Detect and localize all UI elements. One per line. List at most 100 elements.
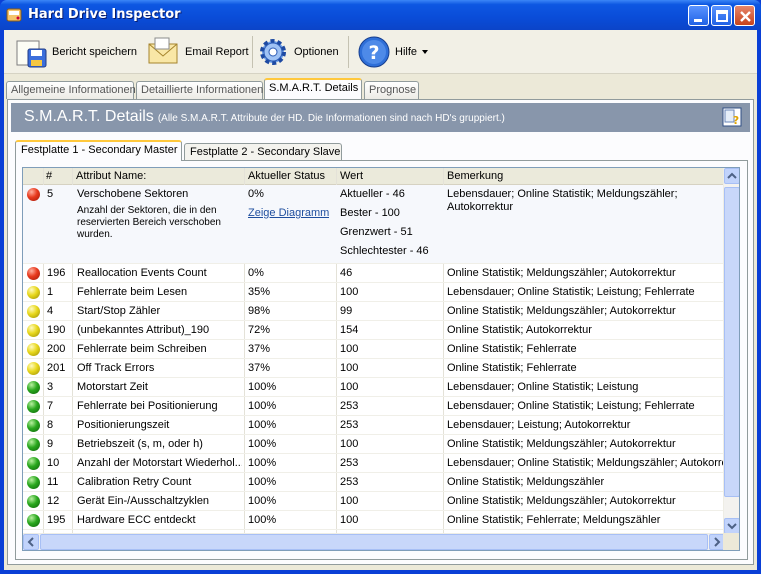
attribute-status: 100% [248, 457, 277, 469]
horizontal-scrollbar[interactable] [23, 533, 725, 550]
table-row[interactable]: 12 Gerät Ein-/Ausschaltzyklen 100% 100 Onlin… [23, 492, 725, 511]
attribute-name: Gerät Ein-/Ausschaltzyklen [77, 495, 210, 507]
status-green-icon [27, 514, 40, 527]
attribute-status: 72% [248, 324, 271, 336]
column-header-status[interactable]: Aktueller Status [248, 170, 325, 182]
column-header-value[interactable]: Wert [340, 170, 363, 182]
attribute-value: 253 [340, 457, 359, 469]
tab-general-info[interactable]: Allgemeine Informationen [6, 81, 136, 99]
vertical-scroll-thumb[interactable] [724, 187, 739, 497]
scroll-down-button[interactable] [724, 518, 739, 534]
page-title: S.M.A.R.T. Details (Alle S.M.A.R.T. Attri… [24, 108, 505, 126]
email-report-label: Email Report [185, 46, 249, 58]
attribute-status: 0% [248, 267, 264, 279]
scroll-up-button[interactable] [724, 168, 739, 184]
attribute-number: 12 [47, 495, 60, 507]
client-area: Bericht speichern Email Report Optionen [4, 30, 757, 570]
table-row[interactable]: 190 (unbekanntes Attribut)_190 72% 154 Onlin… [23, 321, 725, 340]
table-row[interactable]: 195 Hardware ECC entdeckt 100% 100 Online St… [23, 511, 725, 530]
attribute-value: 154 [340, 324, 359, 336]
maximize-button[interactable] [711, 5, 732, 26]
table-row-expanded[interactable]: 5 Verschobene Sektoren Anzahl der Sektor… [23, 185, 725, 264]
status-green-icon [27, 476, 40, 489]
attribute-status: 100% [248, 381, 277, 393]
app-window: Hard Drive Inspector Bericht speichern E… [0, 0, 761, 574]
status-green-icon [27, 457, 40, 470]
attribute-value: 253 [340, 476, 359, 488]
attribute-value: 99 [340, 305, 353, 317]
help-label: Hilfe [395, 46, 418, 58]
attribute-name: Anzahl der Motorstart Wiederhol... [77, 457, 242, 469]
attribute-remark: Lebensdauer; Leistung; Autokorrektur [447, 419, 631, 431]
attribute-name: (unbekanntes Attribut)_190 [77, 324, 210, 336]
table-row[interactable]: 196 Reallocation Events Count 0% 46 Online S… [23, 264, 725, 283]
column-header-number[interactable]: # [46, 170, 52, 182]
toolbar: Bericht speichern Email Report Optionen [4, 30, 757, 74]
attribute-status: 100% [248, 476, 277, 488]
horizontal-scroll-thumb[interactable] [40, 534, 708, 550]
table-row[interactable]: 8 Positionierungszeit 100% 253 Lebensdauer; … [23, 416, 725, 435]
attribute-name: Start/Stop Zähler [77, 305, 161, 317]
column-header-remark[interactable]: Bemerkung [447, 170, 503, 182]
table-row[interactable]: 200 Fehlerrate beim Schreiben 37% 100 Online… [23, 340, 725, 359]
attribute-name: Verschobene Sektoren [77, 188, 189, 200]
attribute-number: 10 [47, 457, 60, 469]
scroll-left-button[interactable] [23, 534, 39, 550]
attribute-status: 37% [248, 362, 271, 374]
tab-drive-1[interactable]: Festplatte 1 - Secondary Master [15, 140, 182, 161]
gear-icon [260, 39, 286, 65]
table-row[interactable]: 11 Calibration Retry Count 100% 253 Online S… [23, 473, 725, 492]
status-yellow-icon [27, 362, 40, 375]
save-report-button[interactable]: Bericht speichern [14, 34, 137, 70]
table-row[interactable]: 3 Motorstart Zeit 100% 100 Lebensdauer; Onli… [23, 378, 725, 397]
header-subtitle: (Alle S.M.A.R.T. Attribute der HD. Die I… [157, 113, 505, 124]
attribute-value: 100 [340, 514, 359, 526]
attribute-name: Motorstart Zeit [77, 381, 148, 393]
title-bar[interactable]: Hard Drive Inspector [0, 0, 761, 30]
column-header-attribute[interactable]: Attribut Name: [76, 170, 146, 182]
table-header: # Attribut Name: Aktueller Status Wert B… [23, 168, 725, 185]
table-row[interactable]: 201 Off Track Errors 37% 100 Online Statisti… [23, 359, 725, 378]
status-green-icon [27, 381, 40, 394]
attribute-name: Fehlerrate beim Lesen [77, 286, 188, 298]
options-label: Optionen [294, 46, 339, 58]
status-yellow-icon [27, 305, 40, 318]
table-row[interactable]: 4 Start/Stop Zähler 98% 99 Online Statistik;… [23, 302, 725, 321]
svg-text:?: ? [368, 42, 379, 64]
tab-prognosis[interactable]: Prognose [364, 81, 419, 99]
scrollbar-corner [723, 533, 739, 550]
tab-drive-2[interactable]: Festplatte 2 - Secondary Slave [184, 143, 342, 160]
email-report-button[interactable]: Email Report [147, 34, 249, 70]
attribute-name: Positionierungszeit [77, 419, 170, 431]
smart-attribute-table: # Attribut Name: Aktueller Status Wert B… [22, 167, 740, 551]
table-row[interactable]: 10 Anzahl der Motorstart Wiederhol... 100%… [23, 454, 725, 473]
show-diagram-link[interactable]: Zeige Diagramm [248, 207, 329, 219]
table-row[interactable]: 9 Betriebszeit (s, m, oder h) 100% 100 Onlin… [23, 435, 725, 454]
toolbar-separator [252, 36, 253, 68]
chevron-up-icon [727, 172, 737, 179]
header-title-text: S.M.A.R.T. Details [24, 108, 154, 125]
tab-smart-details[interactable]: S.M.A.R.T. Details [264, 78, 362, 99]
minimize-button[interactable] [688, 5, 709, 26]
attribute-number: 201 [47, 362, 66, 374]
close-button[interactable] [734, 5, 755, 26]
table-row[interactable]: 7 Fehlerrate bei Positionierung 100% 253 Leb… [23, 397, 725, 416]
status-yellow-icon [27, 286, 40, 299]
attribute-remark: Online Statistik; Fehlerrate; Meldungszä… [447, 514, 661, 526]
help-menu-button[interactable]: ? Hilfe [357, 34, 429, 70]
attribute-number: 5 [47, 188, 54, 200]
status-green-icon [27, 400, 40, 413]
window-title: Hard Drive Inspector [28, 7, 181, 22]
context-help-icon[interactable]: ? [722, 107, 742, 127]
section-header: S.M.A.R.T. Details (Alle S.M.A.R.T. Attri… [11, 103, 750, 132]
status-green-icon [27, 495, 40, 508]
tab-detailed-info[interactable]: Detaillierte Informationen [136, 81, 263, 99]
attribute-name: Calibration Retry Count [77, 476, 192, 488]
table-row[interactable]: 1 Fehlerrate beim Lesen 35% 100 Lebensdauer;… [23, 283, 725, 302]
email-icon [148, 37, 178, 64]
save-report-icon [16, 40, 47, 68]
vertical-scrollbar[interactable] [723, 168, 739, 534]
attribute-remark: Online Statistik; Fehlerrate [447, 362, 577, 374]
attribute-status: 0% [248, 188, 264, 200]
options-button[interactable]: Optionen [256, 34, 339, 70]
